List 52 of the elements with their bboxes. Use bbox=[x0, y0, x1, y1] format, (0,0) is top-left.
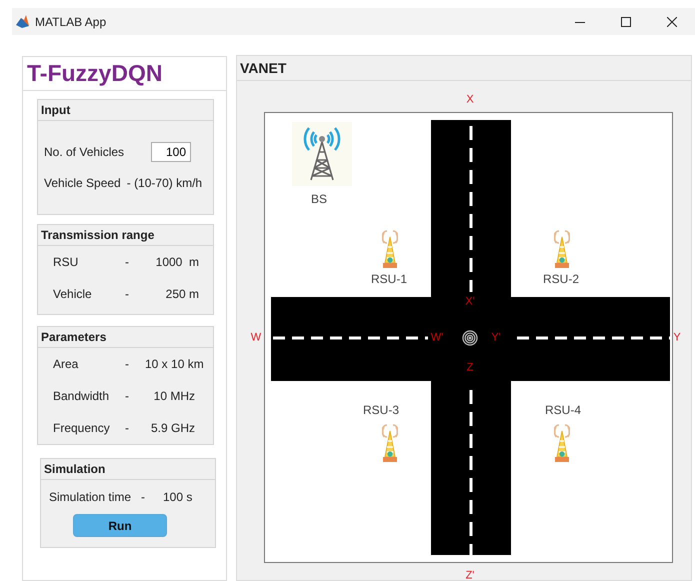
param-value: 10 x 10 km bbox=[145, 357, 204, 371]
group-title: Transmission range bbox=[40, 228, 154, 242]
node-label: RSU-1 bbox=[371, 272, 407, 286]
antenna-tower-icon bbox=[554, 423, 570, 463]
dash-text: - bbox=[125, 287, 130, 301]
window-title: MATLAB App bbox=[35, 14, 106, 28]
antenna-tower-icon bbox=[554, 229, 570, 269]
panel-title: VANET bbox=[240, 60, 286, 76]
app-title: T-FuzzyDQN bbox=[27, 60, 162, 87]
axis-label: W' bbox=[430, 332, 444, 344]
node-label: RSU-3 bbox=[363, 403, 399, 417]
param-value: 250 m bbox=[166, 287, 199, 301]
group-title: Parameters bbox=[40, 330, 106, 344]
antenna-tower-icon bbox=[292, 122, 352, 186]
node-label: BS bbox=[311, 192, 327, 206]
axis-label: X' bbox=[465, 296, 475, 308]
axis-label: Y' bbox=[491, 332, 501, 344]
group-title: Simulation bbox=[43, 462, 106, 476]
param-value: 1000 m bbox=[156, 255, 199, 269]
param-value: 5.9 GHz bbox=[150, 421, 195, 435]
run-button[interactable]: Run bbox=[73, 514, 167, 537]
node-label: RSU-2 bbox=[543, 272, 579, 286]
dash-text: - bbox=[125, 421, 130, 435]
vehicles-field[interactable]: 100 bbox=[151, 142, 191, 162]
field-label: Vehicle Speed bbox=[44, 176, 121, 192]
close-icon[interactable] bbox=[667, 16, 677, 26]
param-value: 10 MHz bbox=[154, 389, 195, 403]
param-label: RSU bbox=[53, 255, 80, 269]
param-label: Vehicle bbox=[53, 287, 93, 301]
app-icon bbox=[16, 15, 29, 28]
param-label: Bandwidth bbox=[53, 389, 110, 403]
param-label: Simulation time bbox=[49, 490, 132, 504]
param-label: Frequency bbox=[53, 421, 111, 435]
antenna-tower-icon bbox=[382, 423, 398, 463]
node-label: RSU-4 bbox=[545, 403, 581, 417]
group-title: Input bbox=[40, 103, 70, 117]
axis-label: W bbox=[250, 332, 262, 344]
maximize-icon[interactable] bbox=[621, 16, 631, 26]
dash-text: - bbox=[125, 255, 130, 269]
param-label: Area bbox=[53, 357, 80, 371]
dash-text: - bbox=[125, 357, 130, 371]
axis-label: X bbox=[466, 94, 474, 106]
axis-label: Z bbox=[466, 362, 474, 374]
field-value: - (10-70) km/h bbox=[126, 176, 202, 192]
target-icon bbox=[462, 330, 478, 346]
param-value: 100 s bbox=[163, 490, 192, 504]
field-label: No. of Vehicles bbox=[44, 145, 124, 159]
antenna-tower-icon bbox=[382, 229, 398, 269]
axis-label: Y bbox=[673, 332, 681, 344]
axis-label: Z' bbox=[466, 570, 474, 581]
dash-text: - bbox=[141, 490, 146, 504]
dash-text: - bbox=[125, 389, 130, 403]
